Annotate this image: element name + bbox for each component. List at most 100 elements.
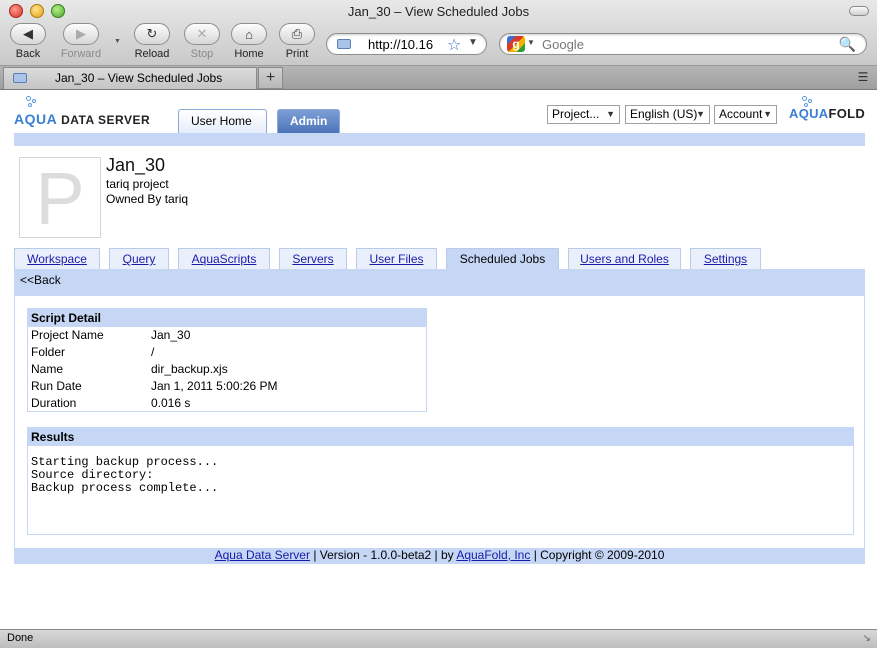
- detail-label: Name: [31, 362, 64, 376]
- web-page: AQUA DATA SERVER User Home Admin Project…: [0, 91, 877, 629]
- logo-bubbles-icon: [24, 96, 38, 110]
- window-title: Jan_30 – View Scheduled Jobs: [347, 4, 530, 19]
- search-input[interactable]: Google: [542, 37, 584, 52]
- aquafold-logo[interactable]: AQUAFOLD: [789, 106, 865, 121]
- tab-admin[interactable]: Admin: [277, 109, 340, 133]
- tab-scheduled-jobs-label: Scheduled Jobs: [459, 252, 546, 266]
- aqua-data-server-logo[interactable]: AQUA DATA SERVER: [14, 111, 150, 127]
- back-arrow-icon: ◀: [10, 23, 46, 45]
- back-button[interactable]: ◀ Back: [9, 23, 47, 63]
- detail-label: Duration: [31, 396, 77, 410]
- url-dropdown-icon[interactable]: ▼: [468, 37, 478, 48]
- detail-value: Jan_30: [151, 328, 191, 342]
- detail-label: Folder: [31, 345, 66, 359]
- footer-copyright-text: | Copyright © 2009-2010: [530, 548, 665, 562]
- tab-servers-link[interactable]: Servers: [292, 252, 333, 266]
- url-bar[interactable]: http://10.16 ☆ ▼: [326, 33, 487, 55]
- reload-label: Reload: [134, 48, 170, 60]
- tab-users-and-roles[interactable]: Users and Roles: [568, 248, 681, 269]
- project-title: Jan_30: [106, 155, 166, 175]
- detail-value: dir_backup.xjs: [151, 362, 228, 376]
- url-input[interactable]: http://10.16: [368, 37, 433, 52]
- tab-list-icon[interactable]: ☰: [855, 70, 871, 84]
- logo-right-rest-text: FOLD: [828, 106, 866, 121]
- back-bar: <<Back: [15, 269, 864, 296]
- tab-aquascripts-link[interactable]: AquaScripts: [192, 252, 257, 266]
- tab-query-link[interactable]: Query: [123, 252, 156, 266]
- stop-button[interactable]: ✕ Stop: [183, 23, 221, 63]
- site-folder-icon: [337, 39, 351, 49]
- scheduled-job-panel: <<Back Script Detail Project Name Jan_30…: [14, 269, 865, 552]
- project-dropdown-label: Project...: [552, 107, 600, 121]
- resize-grip-icon[interactable]: ↘: [863, 633, 871, 644]
- tab-servers[interactable]: Servers: [279, 248, 347, 269]
- tab-query[interactable]: Query: [109, 248, 169, 269]
- stop-icon: ✕: [184, 23, 220, 45]
- printer-icon: ⎙: [279, 23, 315, 45]
- language-dropdown-label: English (US): [630, 107, 698, 121]
- header-divider: [14, 133, 865, 146]
- detail-label: Run Date: [31, 379, 82, 393]
- chevron-down-icon: ▼: [606, 109, 615, 119]
- forward-button[interactable]: ▶ Forward: [57, 23, 105, 63]
- tab-workspace[interactable]: Workspace: [14, 248, 100, 269]
- search-engine-dropdown-icon[interactable]: ▼: [527, 38, 535, 47]
- project-owner: Owned By tariq: [106, 192, 189, 206]
- logo-right-aqua-text: AQUA: [789, 106, 829, 121]
- chevron-down-icon: ▼: [763, 109, 772, 119]
- tab-settings[interactable]: Settings: [690, 248, 761, 269]
- browser-tab-title: Jan_30 – View Scheduled Jobs: [55, 71, 223, 85]
- bookmark-star-icon[interactable]: ☆: [447, 35, 461, 55]
- home-button[interactable]: ⌂ Home: [230, 23, 268, 63]
- print-button[interactable]: ⎙ Print: [278, 23, 316, 63]
- language-dropdown[interactable]: English (US) ▼: [625, 105, 710, 124]
- page-footer: Aqua Data Server | Version - 1.0.0-beta2…: [14, 548, 865, 564]
- tab-settings-link[interactable]: Settings: [704, 252, 747, 266]
- footer-aqua-data-server-link[interactable]: Aqua Data Server: [215, 548, 310, 562]
- detail-value: /: [151, 345, 155, 359]
- tab-folder-icon: [13, 73, 27, 83]
- account-dropdown-label: Account: [719, 107, 763, 121]
- browser-tab-active[interactable]: Jan_30 – View Scheduled Jobs: [3, 67, 257, 89]
- history-dropdown-icon[interactable]: ▼: [114, 38, 121, 45]
- script-detail-heading: Script Detail: [28, 309, 426, 327]
- tab-aquascripts[interactable]: AquaScripts: [178, 248, 270, 269]
- status-bar: Done ↘: [0, 629, 877, 648]
- footer-aquafold-link[interactable]: AquaFold, Inc: [456, 548, 530, 562]
- detail-value: Jan 1, 2011 5:00:26 PM: [151, 379, 278, 393]
- home-icon: ⌂: [231, 23, 267, 45]
- window-titlebar: Jan_30 – View Scheduled Jobs ◀ Back ▶ Fo…: [0, 0, 877, 66]
- reload-icon: ↻: [134, 23, 170, 45]
- detail-value: 0.016 s: [151, 396, 191, 410]
- search-bar[interactable]: g ▼ Google 🔍: [499, 33, 867, 55]
- reload-button[interactable]: ↻ Reload: [132, 23, 172, 63]
- toolbar-toggle-button[interactable]: [849, 6, 869, 16]
- tab-scheduled-jobs[interactable]: Scheduled Jobs: [446, 248, 559, 269]
- browser-tab-bar: Jan_30 – View Scheduled Jobs + ☰: [0, 66, 877, 90]
- project-avatar: P: [19, 157, 101, 239]
- project-dropdown[interactable]: Project... ▼: [547, 105, 620, 124]
- logo-left-aqua-text: AQUA: [14, 111, 58, 127]
- logo-left-rest-text: DATA SERVER: [57, 113, 151, 127]
- script-detail-box: Script Detail Project Name Jan_30 Folder…: [27, 308, 427, 412]
- home-label: Home: [234, 48, 264, 60]
- status-text: Done: [7, 632, 34, 644]
- footer-version-text: | Version - 1.0.0-beta2 | by: [309, 548, 457, 562]
- account-dropdown[interactable]: Account ▼: [714, 105, 777, 124]
- search-icon[interactable]: 🔍: [839, 36, 856, 53]
- results-output: Starting backup process... Source direct…: [31, 455, 219, 495]
- tab-user-files-link[interactable]: User Files: [369, 252, 423, 266]
- project-description: tariq project: [106, 177, 169, 191]
- tab-users-and-roles-link[interactable]: Users and Roles: [580, 252, 669, 266]
- google-icon[interactable]: g: [507, 36, 525, 52]
- results-heading: Results: [28, 428, 853, 446]
- back-link[interactable]: <<Back: [20, 273, 61, 287]
- chevron-down-icon: ▼: [696, 109, 705, 119]
- forward-arrow-icon: ▶: [63, 23, 99, 45]
- stop-label: Stop: [190, 48, 214, 60]
- tab-user-home[interactable]: User Home: [178, 109, 267, 133]
- new-tab-button[interactable]: +: [258, 67, 283, 89]
- back-label: Back: [15, 48, 41, 60]
- tab-workspace-link[interactable]: Workspace: [27, 252, 87, 266]
- tab-user-files[interactable]: User Files: [356, 248, 437, 269]
